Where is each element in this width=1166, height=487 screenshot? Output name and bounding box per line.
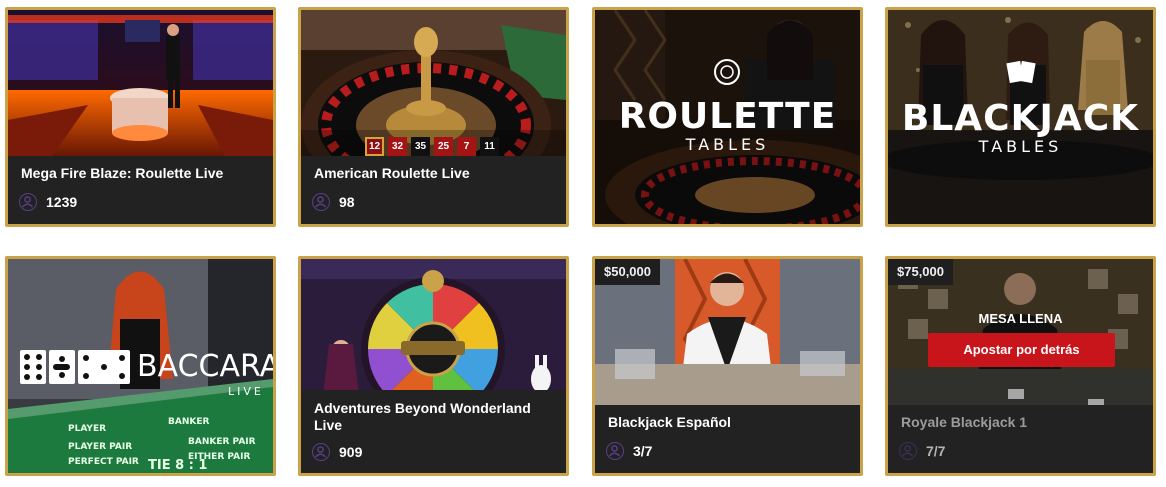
domino-icon	[49, 349, 75, 384]
domino-icon	[78, 349, 130, 384]
domino-icon	[20, 349, 46, 384]
user-icon	[19, 193, 37, 211]
player-count: 1239	[19, 193, 77, 211]
game-info: Mega Fire Blaze: Roulette Live 1239	[8, 156, 273, 224]
game-title: Adventures Beyond Wonderland Live	[314, 400, 531, 433]
game-title: Blackjack Español	[608, 414, 731, 430]
game-info: Blackjack Español 3/7	[595, 405, 860, 473]
game-thumbnail: $75,000 MESA LLENA Apostar por detrás	[888, 259, 1153, 411]
category-logo-main: ROULETTE	[618, 96, 837, 137]
recent-number: 32	[388, 137, 407, 156]
user-icon	[312, 443, 330, 461]
recent-number: 7	[457, 137, 476, 156]
min-bet-badge: $50,000	[595, 259, 660, 285]
game-thumbnail: $50,000	[595, 259, 860, 411]
bet-behind-button[interactable]: Apostar por detrás	[928, 333, 1115, 367]
recent-number: 12	[365, 137, 384, 156]
category-logo-sub: LIVE	[228, 385, 264, 398]
player-count-value: 98	[339, 194, 355, 210]
svg-text:PLAYER PAIR: PLAYER PAIR	[68, 442, 132, 452]
svg-text:PERFECT PAIR: PERFECT PAIR	[68, 457, 139, 467]
game-info: Adventures Beyond Wonderland Live 909	[301, 390, 566, 473]
category-logo: BLACKJACK TABLES	[888, 100, 1153, 156]
category-logo-sub: TABLES	[685, 135, 770, 154]
game-title: Mega Fire Blaze: Roulette Live	[21, 165, 224, 181]
user-icon	[899, 442, 917, 460]
game-card-roulette-tables[interactable]: ROULETTE TABLES	[592, 7, 863, 227]
recent-number: 11	[480, 137, 499, 156]
category-logo: ROULETTE TABLES	[595, 98, 860, 154]
game-thumbnail: PLAYER BANKER PLAYER PAIR BANKER PAIR PERF…	[8, 259, 273, 473]
user-icon	[606, 442, 624, 460]
game-card-american-roulette[interactable]: 12 32 35 25 7 11 American Roulette Live …	[298, 7, 569, 227]
game-info: American Roulette Live 98	[301, 156, 566, 224]
game-card-mega-fire-blaze[interactable]: Mega Fire Blaze: Roulette Live 1239	[5, 7, 276, 227]
player-count-value: 7/7	[926, 443, 946, 459]
game-card-royale-blackjack-1[interactable]: $75,000 MESA LLENA Apostar por detrás Ro…	[885, 256, 1156, 476]
min-bet-badge: $75,000	[888, 259, 953, 285]
game-thumbnail	[301, 259, 566, 396]
player-count: 98	[312, 193, 355, 211]
player-count: 909	[312, 443, 362, 461]
table-full-label: MESA LLENA	[978, 311, 1063, 326]
game-thumbnail	[8, 10, 273, 162]
player-count-value: 909	[339, 444, 363, 460]
player-count: 3/7	[606, 442, 652, 460]
game-card-adventures-beyond-wonderland[interactable]: Adventures Beyond Wonderland Live 909	[298, 256, 569, 476]
recent-numbers: 12 32 35 25 7 11	[365, 137, 499, 156]
player-count-value: 1239	[46, 194, 78, 210]
player-count-value: 3/7	[633, 443, 653, 459]
category-logo: BACCARAT	[20, 349, 273, 384]
game-thumbnail: BLACKJACK TABLES	[888, 10, 1153, 224]
game-thumbnail: ROULETTE TABLES	[595, 10, 860, 224]
svg-text:BANKER PAIR: BANKER PAIR	[188, 437, 256, 447]
game-card-blackjack-espanol[interactable]: $50,000 Blackjack Español 3/7	[592, 256, 863, 476]
game-info: Royale Blackjack 1 7/7	[888, 405, 1153, 473]
category-logo-main: BLACKJACK	[901, 98, 1140, 139]
user-icon	[312, 193, 330, 211]
player-count: 7/7	[899, 442, 945, 460]
category-logo-sub: TABLES	[978, 137, 1063, 156]
svg-text:BANKER: BANKER	[168, 417, 209, 427]
game-card-baccarat-live[interactable]: PLAYER BANKER PLAYER PAIR BANKER PAIR PERF…	[5, 256, 276, 476]
game-thumbnail: 12 32 35 25 7 11	[301, 10, 566, 162]
game-grid: Mega Fire Blaze: Roulette Live 1239 12 3…	[0, 0, 1166, 487]
game-title: Royale Blackjack 1	[901, 414, 1028, 430]
game-title: American Roulette Live	[314, 165, 470, 181]
game-card-blackjack-tables[interactable]: BLACKJACK TABLES	[885, 7, 1156, 227]
recent-number: 35	[411, 137, 430, 156]
category-logo-main: BACCARAT	[137, 349, 273, 384]
svg-text:PLAYER: PLAYER	[68, 424, 106, 434]
svg-text:TIE 8 : 1: TIE 8 : 1	[148, 458, 207, 473]
recent-number: 25	[434, 137, 453, 156]
